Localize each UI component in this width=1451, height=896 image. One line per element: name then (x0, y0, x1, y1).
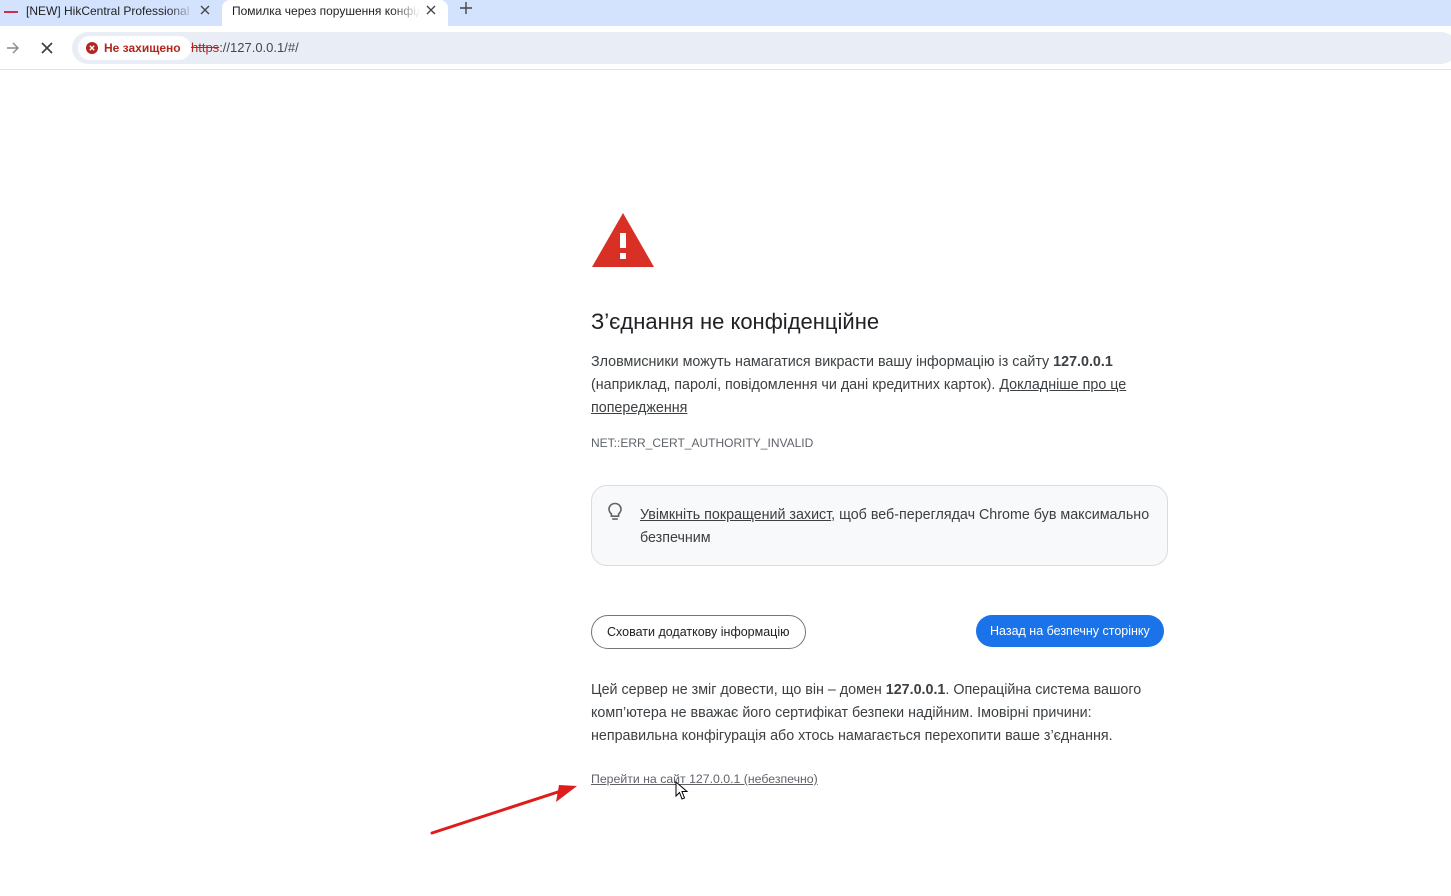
new-tab-button[interactable] (454, 0, 478, 16)
warning-description: Зловмисники можуть намагатися викрасти в… (591, 351, 1151, 420)
close-tab-icon[interactable] (420, 0, 442, 21)
url-text[interactable]: https://127.0.0.1/#/ (191, 40, 299, 55)
close-icon (41, 42, 53, 54)
not-secure-icon (86, 42, 98, 54)
security-chip[interactable]: Не захищено (78, 36, 191, 60)
desc-host: 127.0.0.1 (1053, 354, 1113, 370)
url-scheme: https (191, 40, 220, 55)
security-chip-label: Не захищено (104, 41, 181, 55)
mouse-cursor-icon (675, 781, 689, 800)
lightbulb-icon (608, 502, 622, 520)
tab-title: Помилка через порушення конфіденційності (232, 3, 420, 18)
hikcentral-favicon-icon (4, 11, 18, 13)
details-text: Цей сервер не зміг довести, що він – дом… (591, 682, 886, 698)
desc-text-2: (наприклад, паролі, повідомлення чи дані… (591, 377, 1000, 393)
tab-strip: [NEW] HikCentral Professional V Помилка … (0, 0, 1451, 26)
forward-button[interactable] (0, 35, 26, 61)
back-to-safety-button[interactable]: Назад на безпечну сторінку (976, 615, 1164, 647)
enhanced-protection-box: Увімкніть покращений захист, щоб веб-пер… (591, 485, 1168, 566)
browser-toolbar: Не захищено https://127.0.0.1/#/ (0, 26, 1451, 70)
address-bar[interactable]: Не захищено https://127.0.0.1/#/ (72, 32, 1451, 64)
annotation-arrow-icon (430, 785, 577, 835)
details-host: 127.0.0.1 (885, 682, 946, 698)
enhanced-protection-text: Увімкніть покращений захист, щоб веб-пер… (640, 504, 1160, 550)
proceed-unsafe-link[interactable]: Перейти на сайт 127.0.0.1 (небезпечно) (591, 772, 818, 786)
hide-details-button[interactable]: Сховати додаткову інформацію (591, 615, 806, 649)
close-tab-icon[interactable] (194, 0, 216, 21)
tab-title: [NEW] HikCentral Professional V (26, 3, 194, 18)
tab-hikcentral[interactable]: [NEW] HikCentral Professional V (0, 0, 222, 26)
url-host-path: ://127.0.0.1/#/ (219, 40, 299, 55)
stop-loading-button[interactable] (34, 35, 60, 61)
page-title: З’єднання не конфіденційне (591, 309, 880, 334)
details-description: Цей сервер не зміг довести, що він – дом… (591, 679, 1166, 748)
arrow-right-icon (7, 42, 19, 54)
error-code: NET::ERR_CERT_AUTHORITY_INVALID (591, 436, 814, 450)
tab-privacy-error[interactable]: Помилка через порушення конфіденційності (222, 0, 448, 26)
desc-text: Зловмисники можуть намагатися викрасти в… (591, 354, 1054, 370)
plus-icon (460, 2, 472, 14)
warning-triangle-icon (592, 213, 654, 267)
enable-enhanced-protection-link[interactable]: Увімкніть покращений захист (640, 507, 831, 523)
